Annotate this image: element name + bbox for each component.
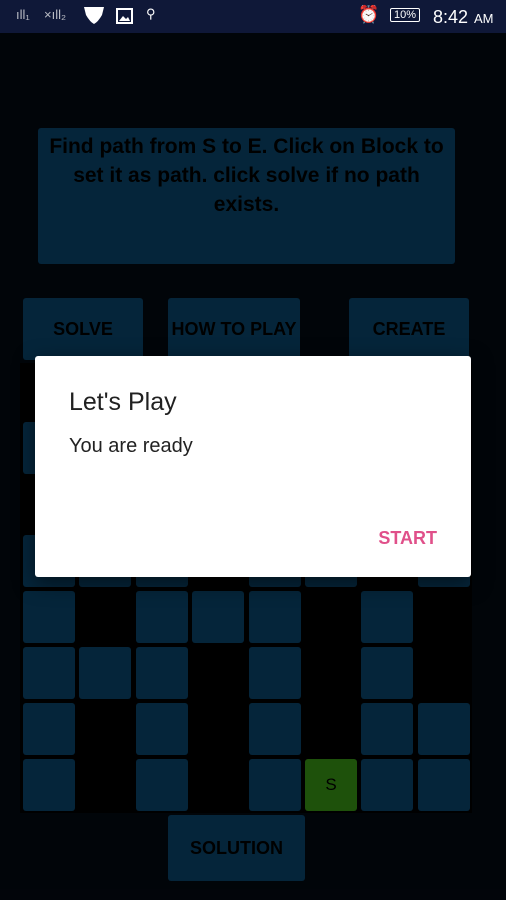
usb-icon: ⚲ xyxy=(146,6,156,21)
alarm-icon: ⏰ xyxy=(358,5,380,24)
status-bar: ıll₁ ×ıll₂ ⚲ ⏰ 10% 8:42 AM xyxy=(0,0,506,33)
signal-2-icon: ×ıll₂ xyxy=(44,7,67,22)
battery-icon: 10% xyxy=(390,8,421,22)
dialog-title: Let's Play xyxy=(69,388,177,416)
start-button[interactable]: START xyxy=(378,528,437,549)
dialog-message: You are ready xyxy=(69,435,193,457)
signal-icon: ıll₁ xyxy=(16,7,30,22)
shield-icon xyxy=(83,5,105,28)
clock-ampm: AM xyxy=(474,11,494,26)
image-icon xyxy=(116,8,133,27)
lets-play-dialog: Let's Play You are ready START xyxy=(35,356,471,577)
clock-time: 8:42 xyxy=(433,7,469,27)
